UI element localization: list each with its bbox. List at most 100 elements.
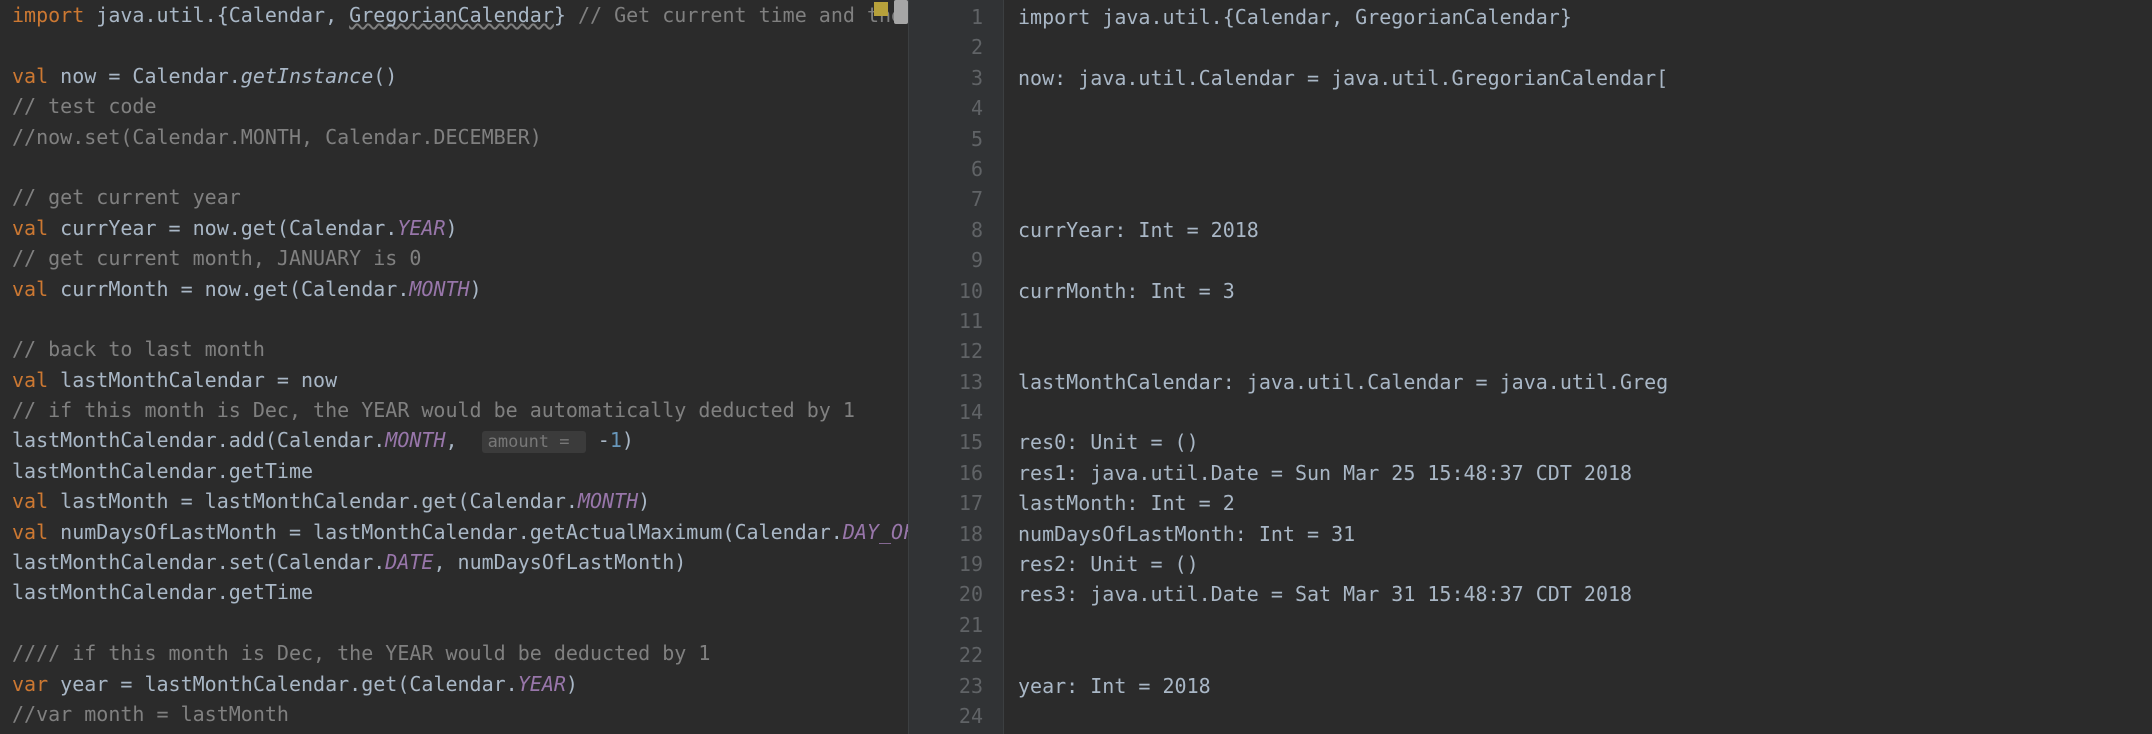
code-line[interactable]: val lastMonthCalendar = now bbox=[0, 365, 908, 395]
code-line[interactable]: // get current month, JANUARY is 0 bbox=[0, 243, 908, 273]
line-number: 6 bbox=[909, 154, 1003, 184]
output-line bbox=[1018, 701, 2152, 731]
code-token: MONTH bbox=[578, 489, 638, 513]
code-token: var bbox=[12, 672, 48, 696]
ide-split-view: import java.util.{Calendar, GregorianCal… bbox=[0, 0, 2152, 734]
line-number: 20 bbox=[909, 579, 1003, 609]
code-token: currYear = now.get(Calendar. bbox=[48, 216, 397, 240]
output-line bbox=[1018, 306, 2152, 336]
output-line: res2: Unit = () bbox=[1018, 549, 2152, 579]
line-number: 11 bbox=[909, 306, 1003, 336]
code-line[interactable]: //var month = lastMonth bbox=[0, 699, 908, 729]
code-token: YEAR bbox=[397, 216, 445, 240]
code-line[interactable]: lastMonthCalendar.getTime bbox=[0, 577, 908, 607]
code-line[interactable]: var year = lastMonthCalendar.get(Calenda… bbox=[0, 669, 908, 699]
code-token: val bbox=[12, 277, 48, 301]
code-editor-pane[interactable]: import java.util.{Calendar, GregorianCal… bbox=[0, 0, 908, 734]
warning-indicator-icon[interactable] bbox=[874, 2, 888, 16]
code-token: val bbox=[12, 64, 48, 88]
code-line[interactable]: //// if this month is Dec, the YEAR woul… bbox=[0, 638, 908, 668]
line-number: 17 bbox=[909, 488, 1003, 518]
code-line[interactable]: val currMonth = now.get(Calendar.MONTH) bbox=[0, 274, 908, 304]
code-line[interactable] bbox=[0, 608, 908, 638]
output-line bbox=[1018, 93, 2152, 123]
code-line[interactable]: //now.set(Calendar.MONTH, Calendar.DECEM… bbox=[0, 122, 908, 152]
code-token: lastMonthCalendar = now bbox=[48, 368, 337, 392]
code-token: , bbox=[446, 428, 482, 452]
output-line: numDaysOfLastMonth: Int = 31 bbox=[1018, 519, 2152, 549]
line-number: 15 bbox=[909, 427, 1003, 457]
line-number: 19 bbox=[909, 549, 1003, 579]
code-token: // Get current time and the last date bbox=[578, 3, 908, 27]
code-token: DAY_OF_MONTH bbox=[843, 520, 908, 544]
code-token: ) bbox=[566, 672, 578, 696]
line-number: 9 bbox=[909, 245, 1003, 275]
output-line: import java.util.{Calendar, GregorianCal… bbox=[1018, 2, 2152, 32]
output-line bbox=[1018, 154, 2152, 184]
code-token: lastMonthCalendar.getTime bbox=[12, 459, 313, 483]
code-line[interactable]: val now = Calendar.getInstance() bbox=[0, 61, 908, 91]
code-token: lastMonthCalendar.getTime bbox=[12, 580, 313, 604]
code-line[interactable]: import java.util.{Calendar, GregorianCal… bbox=[0, 0, 908, 30]
code-token: lastMonthCalendar.set(Calendar. bbox=[12, 550, 385, 574]
code-line[interactable]: val numDaysOfLastMonth = lastMonthCalend… bbox=[0, 517, 908, 547]
code-line[interactable]: lastMonthCalendar.add(Calendar.MONTH, am… bbox=[0, 425, 908, 455]
code-line[interactable]: // back to last month bbox=[0, 334, 908, 364]
scrollbar-thumb[interactable] bbox=[894, 0, 908, 24]
code-line[interactable]: // if this month is Dec, the YEAR would … bbox=[0, 395, 908, 425]
line-number: 10 bbox=[909, 276, 1003, 306]
code-token: () bbox=[373, 64, 397, 88]
output-line: res3: java.util.Date = Sat Mar 31 15:48:… bbox=[1018, 579, 2152, 609]
code-editor-content[interactable]: import java.util.{Calendar, GregorianCal… bbox=[0, 0, 908, 729]
line-number-gutter: 123456789101112131415161718192021222324 bbox=[908, 0, 1004, 734]
code-line[interactable]: lastMonthCalendar.set(Calendar.DATE, num… bbox=[0, 547, 908, 577]
code-token: now = Calendar. bbox=[48, 64, 241, 88]
line-number: 22 bbox=[909, 640, 1003, 670]
code-token: GregorianCalendar bbox=[349, 3, 554, 27]
line-number: 8 bbox=[909, 215, 1003, 245]
code-token: ) bbox=[446, 216, 458, 240]
code-token: year = lastMonthCalendar.get(Calendar. bbox=[48, 672, 518, 696]
code-line[interactable]: val lastMonth = lastMonthCalendar.get(Ca… bbox=[0, 486, 908, 516]
output-line: year: Int = 2018 bbox=[1018, 671, 2152, 701]
code-line[interactable]: lastMonthCalendar.getTime bbox=[0, 456, 908, 486]
code-token: numDaysOfLastMonth = lastMonthCalendar.g… bbox=[48, 520, 843, 544]
line-number: 4 bbox=[909, 93, 1003, 123]
line-number: 12 bbox=[909, 336, 1003, 366]
code-token: amount = bbox=[482, 431, 586, 453]
code-line[interactable]: // get current year bbox=[0, 182, 908, 212]
output-line bbox=[1018, 336, 2152, 366]
repl-output-pane[interactable]: import java.util.{Calendar, GregorianCal… bbox=[1004, 0, 2152, 734]
code-token: //// if this month is Dec, the YEAR woul… bbox=[12, 641, 710, 665]
line-number: 21 bbox=[909, 610, 1003, 640]
code-line[interactable]: val currYear = now.get(Calendar.YEAR) bbox=[0, 213, 908, 243]
code-line[interactable] bbox=[0, 304, 908, 334]
line-number: 5 bbox=[909, 124, 1003, 154]
code-token: YEAR bbox=[518, 672, 566, 696]
output-line: res1: java.util.Date = Sun Mar 25 15:48:… bbox=[1018, 458, 2152, 488]
code-token: //now.set(Calendar.MONTH, Calendar.DECEM… bbox=[12, 125, 542, 149]
output-line bbox=[1018, 397, 2152, 427]
code-line[interactable] bbox=[0, 152, 908, 182]
output-line: currYear: Int = 2018 bbox=[1018, 215, 2152, 245]
code-token: // get current month, JANUARY is 0 bbox=[12, 246, 421, 270]
output-line: lastMonth: Int = 2 bbox=[1018, 488, 2152, 518]
code-token: } bbox=[554, 3, 578, 27]
code-token: MONTH bbox=[409, 277, 469, 301]
line-number: 14 bbox=[909, 397, 1003, 427]
code-line[interactable] bbox=[0, 30, 908, 60]
code-token: java.util.{Calendar, bbox=[84, 3, 349, 27]
code-line[interactable]: // test code bbox=[0, 91, 908, 121]
repl-output-content: import java.util.{Calendar, GregorianCal… bbox=[1018, 2, 2152, 731]
code-token: ) bbox=[470, 277, 482, 301]
line-number: 24 bbox=[909, 701, 1003, 731]
line-number: 7 bbox=[909, 184, 1003, 214]
code-token: ) bbox=[638, 489, 650, 513]
code-token: getInstance bbox=[241, 64, 373, 88]
code-token: - bbox=[586, 428, 610, 452]
code-token: currMonth = now.get(Calendar. bbox=[48, 277, 409, 301]
line-number: 2 bbox=[909, 32, 1003, 62]
code-token: lastMonthCalendar.add(Calendar. bbox=[12, 428, 385, 452]
code-token: , numDaysOfLastMonth) bbox=[433, 550, 686, 574]
output-line: now: java.util.Calendar = java.util.Greg… bbox=[1018, 63, 2152, 93]
